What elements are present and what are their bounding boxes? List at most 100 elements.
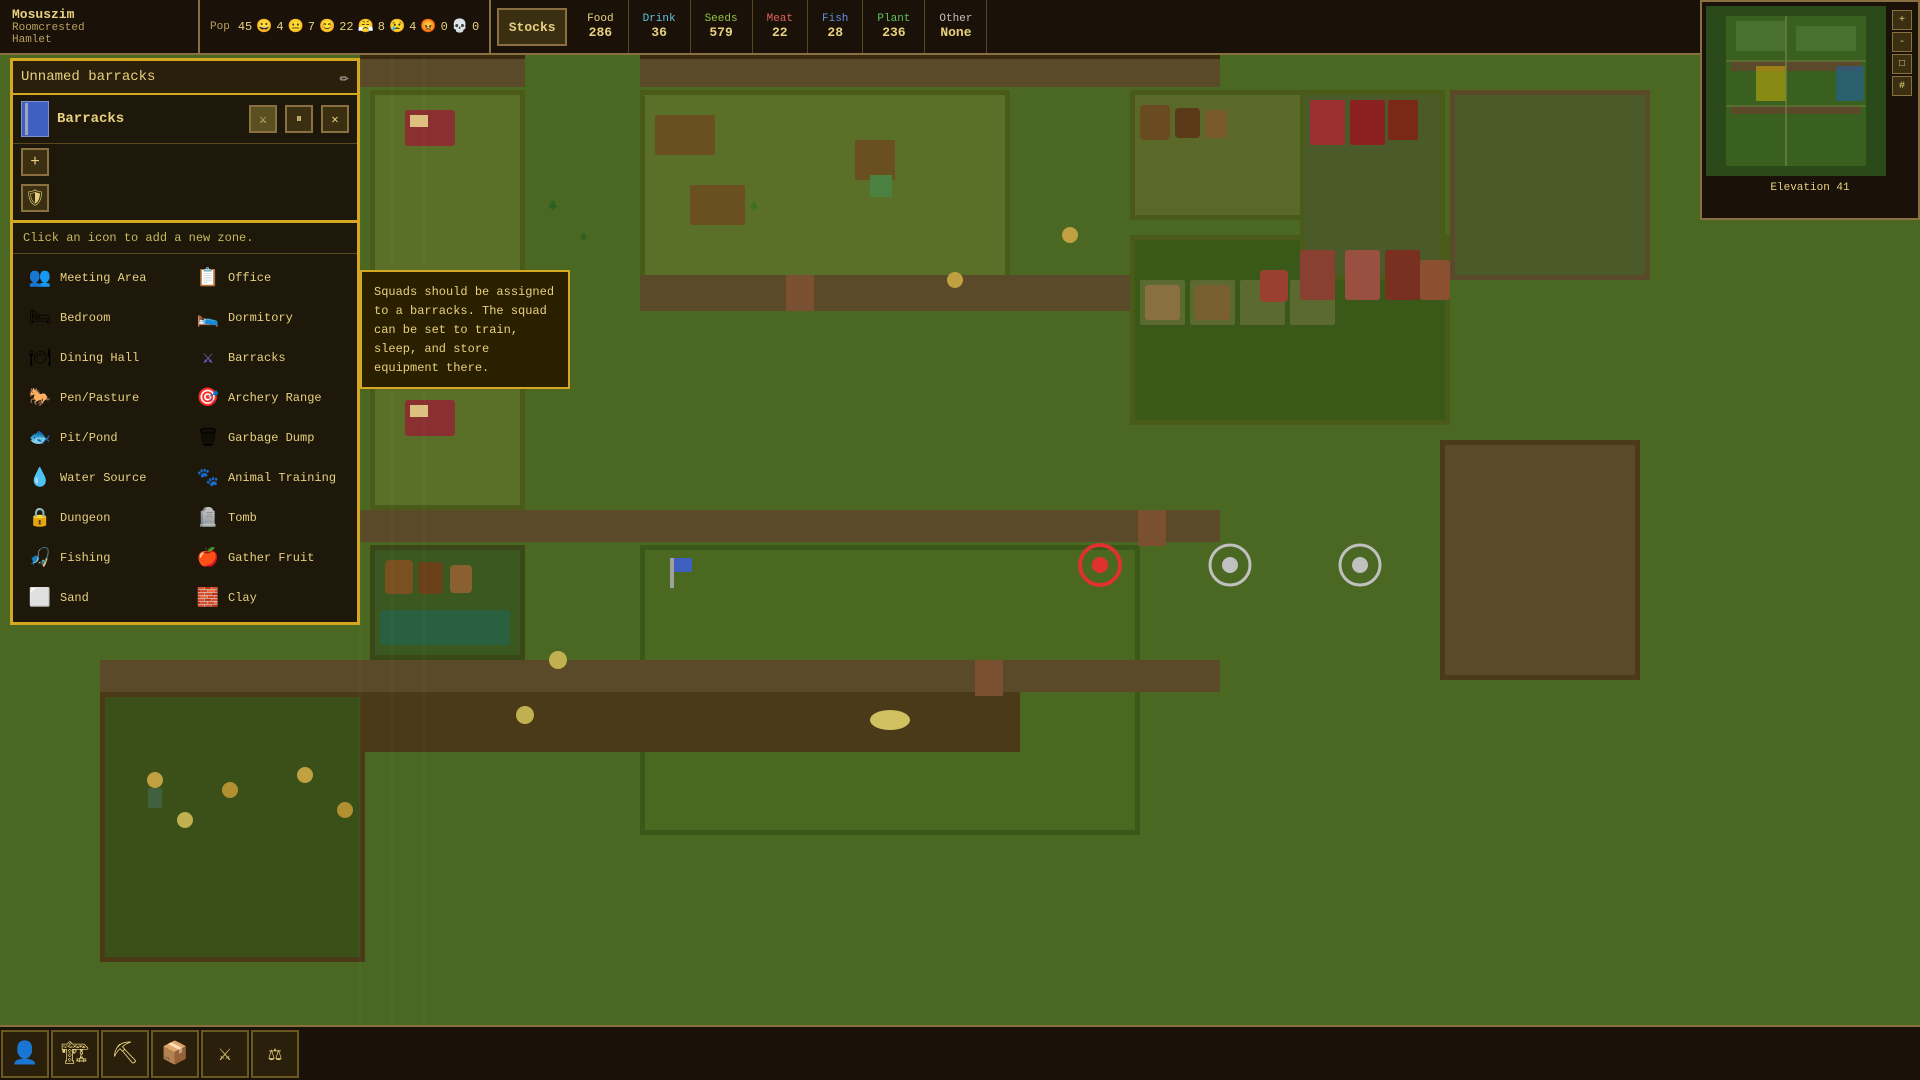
resources-section: Food 286 Drink 36 Seeds 579 Meat 22 Fish… xyxy=(573,0,1740,53)
resource-drink: Drink 36 xyxy=(629,0,691,53)
tooltip-box: Squads should be assigned to a barracks.… xyxy=(360,270,570,389)
archery-range-icon: 🎯 xyxy=(194,384,222,412)
barracks-shield-actions: 🛡 xyxy=(13,180,357,220)
tooltip-text: Squads should be assigned to a barracks.… xyxy=(374,285,554,375)
office-icon: 📋 xyxy=(194,264,222,292)
zone-barracks-label: Barracks xyxy=(228,351,286,365)
zone-animal-training[interactable]: 🐾 Animal Training xyxy=(185,458,353,498)
zone-garbage-dump[interactable]: 🗑 Garbage Dump xyxy=(185,418,353,458)
minimap-zoom-in[interactable]: + xyxy=(1892,10,1912,30)
tool-military-button[interactable]: ⚔ xyxy=(201,1030,249,1078)
add-squad-button[interactable]: + xyxy=(21,148,49,176)
zone-dungeon[interactable]: 🔒 Dungeon xyxy=(17,498,185,538)
settlement-subtitle: Roomcrested Hamlet xyxy=(12,22,186,46)
zone-pen-pasture-label: Pen/Pasture xyxy=(60,391,139,405)
zone-bedroom[interactable]: 🛏 Bedroom xyxy=(17,298,185,338)
zone-water-source-label: Water Source xyxy=(60,471,146,485)
pop-icon-5: 😢 xyxy=(389,19,405,34)
tool-justice-button[interactable]: ⚖ xyxy=(251,1030,299,1078)
bedroom-icon: 🛏 xyxy=(26,304,54,332)
pop-icon-2: 😐 xyxy=(288,19,304,34)
elevation-label: Elevation 41 xyxy=(1702,180,1918,196)
zone-clay-label: Clay xyxy=(228,591,257,605)
minimap-svg xyxy=(1706,6,1886,176)
zone-sand[interactable]: ⬜ Sand xyxy=(17,578,185,618)
settlement-info: Mosuszim Roomcrested Hamlet xyxy=(0,0,200,53)
zone-dining-hall[interactable]: 🍽 Dining Hall xyxy=(17,338,185,378)
tool-unit-button[interactable]: 👤 xyxy=(1,1030,49,1078)
tool-dig-button[interactable]: ⛏ xyxy=(101,1030,149,1078)
zone-office[interactable]: 📋 Office xyxy=(185,258,353,298)
zone-fishing[interactable]: 🎣 Fishing xyxy=(17,538,185,578)
pop-label: Pop xyxy=(210,21,230,33)
zone-pit-pond[interactable]: 🐟 Pit/Pond xyxy=(17,418,185,458)
barracks-header: Unnamed barracks ✏ xyxy=(13,61,357,95)
minimap-canvas[interactable] xyxy=(1706,6,1886,176)
cancel-button[interactable]: ✕ xyxy=(321,105,349,133)
pop-icon-1: 😀 xyxy=(256,19,272,34)
resource-fish: Fish 28 xyxy=(808,0,863,53)
pop-icon-4: 😤 xyxy=(358,19,374,34)
pop-icon-6: 😡 xyxy=(420,19,436,34)
clay-icon: 🧱 xyxy=(194,584,222,612)
barracks-section: Unnamed barracks ✏ Barracks ⚔ ⏸ ✕ + 🛡 xyxy=(10,58,360,223)
minimap-controls: + - □ # xyxy=(1890,6,1914,184)
dormitory-icon: 🛌 xyxy=(194,304,222,332)
settlement-name: Mosuszim xyxy=(12,7,186,22)
tomb-icon: 🪦 xyxy=(194,504,222,532)
zone-tomb[interactable]: 🪦 Tomb xyxy=(185,498,353,538)
stocks-button[interactable]: Stocks xyxy=(497,8,567,46)
zone-clay[interactable]: 🧱 Clay xyxy=(185,578,353,618)
zone-office-label: Office xyxy=(228,271,271,285)
meeting-area-icon: 👥 xyxy=(26,264,54,292)
zone-archery-range[interactable]: 🎯 Archery Range xyxy=(185,378,353,418)
flag-icon xyxy=(23,103,47,135)
barracks-flag xyxy=(21,101,49,137)
barracks-name-label: Barracks xyxy=(57,111,241,127)
shield-button[interactable]: 🛡 xyxy=(21,184,49,212)
zone-tomb-label: Tomb xyxy=(228,511,257,525)
zone-dormitory-label: Dormitory xyxy=(228,311,293,325)
zone-fishing-label: Fishing xyxy=(60,551,110,565)
zones-section: Click an icon to add a new zone. 👥 Meeti… xyxy=(10,223,360,625)
barracks-title: Unnamed barracks xyxy=(21,69,155,85)
tool-build-button[interactable]: 🏗 xyxy=(51,1030,99,1078)
svg-text:♣: ♣ xyxy=(580,230,587,244)
dining-hall-icon: 🍽 xyxy=(26,344,54,372)
sand-icon: ⬜ xyxy=(26,584,54,612)
zone-barracks[interactable]: ⚔ Barracks xyxy=(185,338,353,378)
minimap-grid[interactable]: # xyxy=(1892,76,1912,96)
minimap-zoom-out[interactable]: - xyxy=(1892,32,1912,52)
zone-col-left: 👥 Meeting Area 🛏 Bedroom 🍽 Dining Hall 🐎… xyxy=(17,258,185,618)
zone-grid: 👥 Meeting Area 🛏 Bedroom 🍽 Dining Hall 🐎… xyxy=(13,254,357,622)
garbage-dump-icon: 🗑 xyxy=(194,424,222,452)
pen-pasture-icon: 🐎 xyxy=(26,384,54,412)
tool-orders-button[interactable]: 📦 xyxy=(151,1030,199,1078)
zone-gather-fruit[interactable]: 🍎 Gather Fruit xyxy=(185,538,353,578)
zone-animal-training-label: Animal Training xyxy=(228,471,336,485)
barracks-zone-icon: ⚔ xyxy=(194,344,222,372)
zone-gather-fruit-label: Gather Fruit xyxy=(228,551,314,565)
main-left-panel: Unnamed barracks ✏ Barracks ⚔ ⏸ ✕ + 🛡 Cl… xyxy=(10,58,360,625)
zone-meeting-area[interactable]: 👥 Meeting Area xyxy=(17,258,185,298)
animal-training-icon: 🐾 xyxy=(194,464,222,492)
zone-water-source[interactable]: 💧 Water Source xyxy=(17,458,185,498)
pause-button[interactable]: ⏸ xyxy=(285,105,313,133)
train-button[interactable]: ⚔ xyxy=(249,105,277,133)
resource-other: Other None xyxy=(925,0,987,53)
pit-pond-icon: 🐟 xyxy=(26,424,54,452)
pop-icon-3: 😊 xyxy=(319,19,335,34)
pop-icon-7: 💀 xyxy=(452,19,468,34)
zone-dining-hall-label: Dining Hall xyxy=(60,351,139,365)
water-source-icon: 💧 xyxy=(26,464,54,492)
zone-meeting-area-label: Meeting Area xyxy=(60,271,146,285)
bottom-bar: 👤 🏗 ⛏ 📦 ⚔ ⚖ xyxy=(0,1025,1920,1080)
zone-pen-pasture[interactable]: 🐎 Pen/Pasture xyxy=(17,378,185,418)
minimap-toggle[interactable]: □ xyxy=(1892,54,1912,74)
zone-archery-range-label: Archery Range xyxy=(228,391,322,405)
zone-garbage-dump-label: Garbage Dump xyxy=(228,431,314,445)
resource-food: Food 286 xyxy=(573,0,628,53)
zone-dormitory[interactable]: 🛌 Dormitory xyxy=(185,298,353,338)
top-bar: Mosuszim Roomcrested Hamlet Pop 45 😀 4 😐… xyxy=(0,0,1920,55)
gather-fruit-icon: 🍎 xyxy=(194,544,222,572)
